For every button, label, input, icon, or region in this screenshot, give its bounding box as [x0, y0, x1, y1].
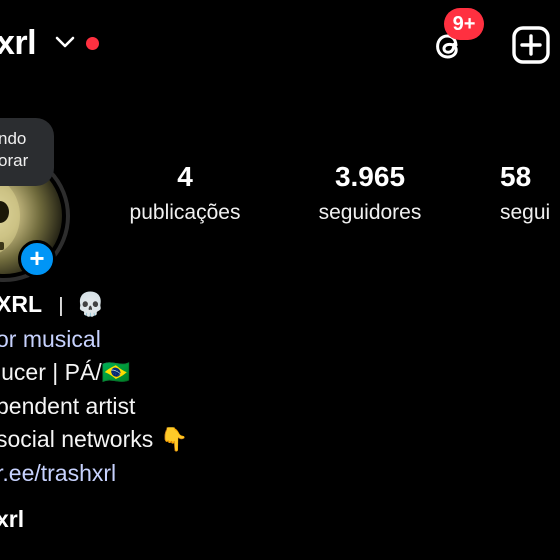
add-story-button[interactable]: +	[18, 240, 56, 278]
threads-name-label[interactable]: xrl	[0, 506, 24, 533]
add-square-icon[interactable]	[508, 22, 554, 68]
bio-name-row: XRL | 💀	[0, 288, 188, 323]
bio-link[interactable]: r.ee/trashxrl	[0, 457, 188, 490]
followers-stat[interactable]: 3.965 seguidores	[304, 160, 436, 228]
following-stat[interactable]: 58 segui	[500, 160, 560, 228]
note-line-2: orar	[0, 151, 29, 170]
profile-username[interactable]: xrl	[0, 24, 37, 63]
following-count: 58	[500, 161, 532, 192]
bio-line-1-text: lucer | PÁ/	[0, 359, 102, 385]
chevron-down-icon[interactable]	[54, 34, 76, 50]
bio-line-3-text: social networks	[0, 426, 154, 452]
note-line-1: ndo	[0, 129, 27, 148]
notification-badge[interactable]: 9+	[444, 8, 484, 40]
profile-note-bubble[interactable]: ndo orar	[0, 118, 54, 186]
following-label: segui	[500, 201, 551, 224]
skull-emoji-icon: 💀	[75, 292, 105, 318]
profile-bio: XRL | 💀 or musical lucer | PÁ/🇧🇷 pendent…	[0, 288, 188, 490]
brazil-flag-icon: 🇧🇷	[101, 360, 131, 386]
profile-category: or musical	[0, 326, 101, 352]
bio-line-1: lucer | PÁ/🇧🇷	[0, 356, 188, 390]
display-name: XRL	[0, 291, 42, 317]
instagram-profile-screen: xrl 9+ + ndo orar 4 publicações 3.965 se…	[0, 0, 560, 560]
bio-line-2: pendent artist	[0, 393, 136, 419]
name-separator: |	[58, 295, 64, 317]
posts-count: 4	[177, 161, 193, 192]
posts-stat[interactable]: 4 publicações	[118, 160, 252, 228]
followers-count: 3.965	[334, 161, 406, 192]
unread-dot	[86, 37, 99, 50]
pointing-down-emoji-icon: 👇	[159, 427, 189, 453]
bio-line-3: social networks 👇	[0, 423, 188, 457]
followers-label: seguidores	[318, 201, 422, 224]
posts-label: publicações	[129, 201, 241, 224]
